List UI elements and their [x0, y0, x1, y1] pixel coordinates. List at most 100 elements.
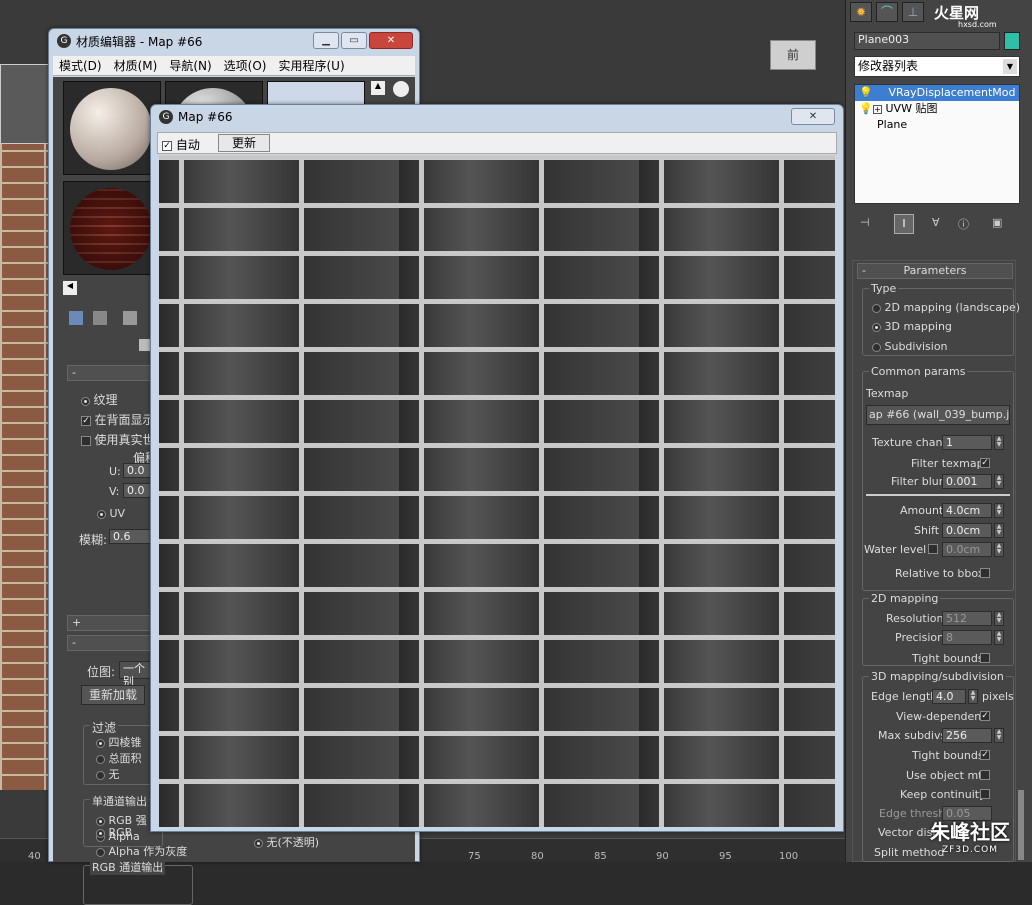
water-level-field[interactable]: 0.0cm	[942, 542, 992, 557]
maximize-button[interactable]: ▭	[341, 32, 367, 49]
blur-field[interactable]: 0.6	[109, 529, 153, 544]
menu-utilities[interactable]: 实用程序(U)	[272, 57, 350, 74]
toolbar-put-material-icon[interactable]	[93, 311, 107, 325]
type-subdiv-option[interactable]: Subdivision	[872, 340, 948, 353]
bitmap-rollout-header[interactable]: -	[67, 635, 157, 651]
filter-none-option[interactable]: 无	[96, 766, 120, 782]
sample-slot-4[interactable]	[63, 181, 161, 275]
stack-item-plane[interactable]: Plane	[855, 117, 1019, 133]
rgb-option[interactable]: RGB	[96, 826, 132, 839]
edge-length-field[interactable]: 4.0	[932, 689, 966, 704]
uv-radio[interactable]	[97, 509, 106, 519]
texture-chan-spinner[interactable]: ▲ ▼	[994, 435, 1004, 450]
edge-length-spinner[interactable]: ▲ ▼	[968, 689, 978, 704]
texture-chan-field[interactable]: 1	[942, 435, 992, 450]
auto-checkbox[interactable]: ✓	[162, 140, 172, 151]
expand-plus-icon[interactable]: +	[873, 105, 882, 114]
filter-blur-field[interactable]: 0.001	[942, 474, 992, 489]
close-button[interactable]: ✕	[369, 32, 413, 49]
v-offset-field[interactable]: 0.0	[123, 483, 153, 498]
tight-bounds-3d-checkbox[interactable]: ✓	[980, 750, 990, 760]
water-level-checkbox[interactable]	[928, 544, 938, 554]
map-preview-titlebar[interactable]: G Map #66	[151, 105, 843, 129]
map-close-button[interactable]: ✕	[791, 108, 835, 125]
show-on-back-option[interactable]: ✓ 在背面显示	[81, 411, 155, 428]
real-world-option[interactable]: 使用真实世	[81, 431, 155, 448]
menu-mode[interactable]: 模式(D)	[53, 57, 108, 74]
parameters-rollout-header[interactable]: - Parameters	[857, 263, 1013, 279]
reload-button[interactable]: 重新加载	[81, 685, 145, 705]
sample-scroll-left[interactable]: ◀	[63, 281, 77, 295]
opaque-radio[interactable]	[254, 838, 263, 848]
real-world-checkbox[interactable]	[81, 436, 91, 446]
toolbar-get-material-icon[interactable]	[69, 311, 83, 325]
toolbar-assign-material-icon[interactable]	[123, 311, 137, 325]
filter-sat-radio[interactable]	[96, 754, 105, 764]
stack-item-uvw-map[interactable]: 💡+ UVW 贴图	[855, 101, 1019, 117]
viewcube[interactable]: 前	[770, 40, 816, 70]
rgb-radio[interactable]	[96, 828, 105, 838]
noise-rollout-header[interactable]: +	[67, 615, 157, 631]
precision-field[interactable]: 8	[942, 630, 992, 645]
type-subdiv-radio[interactable]	[872, 342, 881, 352]
max-subdivs-spinner[interactable]: ▲ ▼	[994, 728, 1004, 743]
shift-spinner[interactable]: ▲ ▼	[994, 523, 1004, 538]
alpha-gray-radio[interactable]	[96, 847, 105, 857]
resolution-field[interactable]: 512	[942, 611, 992, 626]
sample-slot-1[interactable]	[63, 81, 161, 175]
show-on-back-checkbox[interactable]: ✓	[81, 416, 91, 426]
shift-field[interactable]: 0.0cm	[942, 523, 992, 538]
relative-bbox-checkbox[interactable]	[980, 568, 990, 578]
sample-type-icon[interactable]	[393, 81, 409, 97]
filter-texmap-checkbox[interactable]: ✓	[980, 458, 990, 468]
menu-material[interactable]: 材质(M)	[108, 57, 164, 74]
modify-tab-curve-icon[interactable]: ⌒	[876, 2, 898, 22]
keep-continuity-checkbox[interactable]	[980, 789, 990, 799]
u-offset-field[interactable]: 0.0	[123, 463, 153, 478]
coordinates-rollout-header[interactable]: -	[67, 365, 157, 381]
uv-option[interactable]: UV	[97, 507, 125, 520]
make-unique-icon[interactable]: ∀	[932, 216, 950, 232]
stack-item-vraydisplacement[interactable]: 💡 VRayDisplacementMod	[855, 85, 1019, 101]
max-subdivs-field[interactable]: 256	[942, 728, 992, 743]
filter-pyramid-option[interactable]: 四棱锥	[96, 734, 142, 750]
type-2d-option[interactable]: 2D mapping (landscape)	[872, 301, 1020, 314]
texture-radio[interactable]	[81, 396, 90, 406]
hierarchy-tab-icon[interactable]: ⊥	[902, 2, 924, 22]
amount-spinner[interactable]: ▲ ▼	[994, 503, 1004, 518]
filter-pyramid-radio[interactable]	[96, 738, 105, 748]
modifier-list-dropdown[interactable]: 修改器列表 ▼	[854, 56, 1020, 77]
texmap-button[interactable]: ap #66 (wall_039_bump.jpg)	[866, 405, 1010, 425]
sample-scroll-up[interactable]: ▲	[371, 81, 385, 95]
auto-option[interactable]: ✓ 自动	[162, 136, 200, 153]
tight-bounds-checkbox[interactable]	[980, 653, 990, 663]
water-level-spinner[interactable]: ▲ ▼	[994, 542, 1004, 557]
opaque-option[interactable]: 无(不透明)	[254, 834, 319, 850]
amount-field[interactable]: 4.0cm	[942, 503, 992, 518]
create-tab-sun-icon[interactable]: ✹	[850, 2, 872, 22]
precision-spinner[interactable]: ▲ ▼	[994, 630, 1004, 645]
show-end-result-icon[interactable]: I	[894, 214, 914, 234]
menu-options[interactable]: 选项(O)	[218, 57, 273, 74]
filter-none-radio[interactable]	[96, 770, 105, 780]
type-3d-option[interactable]: 3D mapping	[872, 320, 952, 333]
resolution-spinner[interactable]: ▲ ▼	[994, 611, 1004, 626]
update-button[interactable]: 更新	[218, 134, 270, 152]
filter-blur-spinner[interactable]: ▲ ▼	[994, 474, 1004, 489]
object-name-field[interactable]: Plane003	[854, 32, 1000, 50]
filter-sat-option[interactable]: 总面积	[96, 750, 142, 766]
texture-option[interactable]: 纹理	[81, 391, 118, 408]
mono-rgb-radio[interactable]	[96, 816, 105, 826]
type-3d-radio[interactable]	[872, 322, 881, 332]
use-object-mtl-checkbox[interactable]	[980, 770, 990, 780]
view-dependent-checkbox[interactable]: ✓	[980, 711, 990, 721]
object-color-swatch[interactable]	[1004, 32, 1020, 50]
pin-stack-icon[interactable]: ⊣	[860, 216, 878, 232]
remove-modifier-icon[interactable]: ⓘ	[958, 216, 976, 232]
minimize-button[interactable]: ▁	[313, 32, 339, 49]
menu-navigation[interactable]: 导航(N)	[163, 57, 217, 74]
lightbulb-icon[interactable]: 💡	[859, 85, 873, 101]
configure-modifier-sets-icon[interactable]: ▣	[992, 216, 1010, 232]
bump-map-preview-image[interactable]	[159, 155, 835, 827]
alpha-gray-option[interactable]: Alpha 作为灰度	[96, 843, 187, 859]
